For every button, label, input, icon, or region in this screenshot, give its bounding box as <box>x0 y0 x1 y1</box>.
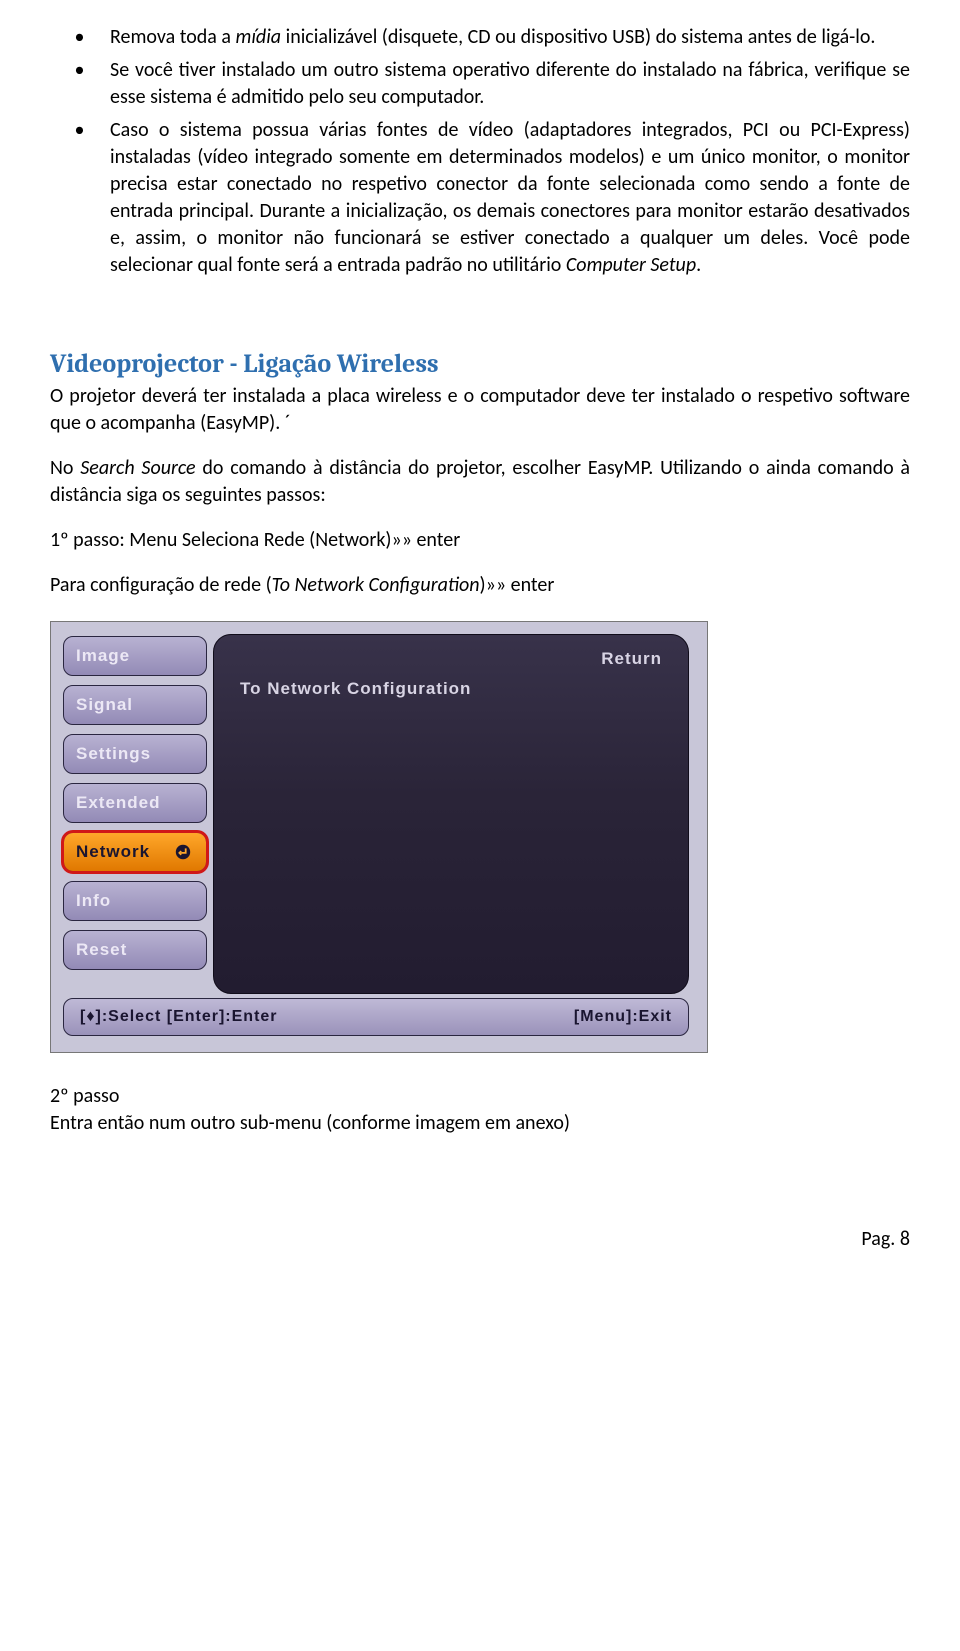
text: Para configuração de rede ( <box>50 573 272 597</box>
menu-label: Extended <box>76 793 161 813</box>
text: To Network Configuration <box>272 573 480 597</box>
projector-screenshot: Image Signal Settings Extended Network I… <box>50 621 708 1053</box>
menu-label: Settings <box>76 744 151 764</box>
bullet-list: Remova toda a mídia inicializável (disqu… <box>50 24 910 279</box>
text: . <box>696 253 701 277</box>
text: Search Source <box>80 456 195 480</box>
menu-item-image[interactable]: Image <box>63 636 207 676</box>
text: Caso o sistema possua várias fontes de v… <box>110 118 910 277</box>
bullet-item: Caso o sistema possua várias fontes de v… <box>98 117 910 279</box>
paragraph: O projetor deverá ter instalada a placa … <box>50 383 910 437</box>
menu-item-signal[interactable]: Signal <box>63 685 207 725</box>
menu-label: Info <box>76 891 111 911</box>
paragraph: 1º passo: Menu Seleciona Rede (Network)»… <box>50 527 910 554</box>
paragraph: Para configuração de rede (To Network Co… <box>50 572 910 599</box>
text: Computer Setup <box>566 253 696 277</box>
projector-panel: Return To Network Configuration <box>213 634 689 994</box>
section-title: Videoprojector - Ligação Wireless <box>50 349 910 379</box>
menu-item-extended[interactable]: Extended <box>63 783 207 823</box>
enter-icon <box>174 843 192 861</box>
page-footer: Pag. 8 <box>50 1227 910 1251</box>
menu-label: Network <box>76 842 150 862</box>
bullet-item: Se você tiver instalado um outro sistema… <box>98 57 910 111</box>
projector-helpbar: [♦]:Select [Enter]:Enter [Menu]:Exit <box>63 998 689 1036</box>
text: Remova toda a <box>110 25 236 49</box>
text: inicializável (disquete, CD ou dispositi… <box>281 25 875 49</box>
help-right: [Menu]:Exit <box>574 1008 672 1026</box>
menu-item-settings[interactable]: Settings <box>63 734 207 774</box>
bullet-item: Remova toda a mídia inicializável (disqu… <box>98 24 910 51</box>
menu-item-reset[interactable]: Reset <box>63 930 207 970</box>
panel-return-label: Return <box>236 649 666 669</box>
paragraph: Entra então num outro sub-menu (conforme… <box>50 1110 910 1137</box>
menu-label: Image <box>76 646 130 666</box>
paragraph: 2º passo <box>50 1083 910 1110</box>
text: )»» enter <box>480 573 555 597</box>
document-page: Remova toda a mídia inicializável (disqu… <box>0 0 960 1281</box>
menu-item-info[interactable]: Info <box>63 881 207 921</box>
text: mídia <box>236 25 282 49</box>
menu-label: Signal <box>76 695 133 715</box>
projector-menu: Image Signal Settings Extended Network I… <box>51 622 207 993</box>
paragraph: No Search Source do comando à distância … <box>50 455 910 509</box>
panel-line[interactable]: To Network Configuration <box>236 679 666 699</box>
text: Se você tiver instalado um outro sistema… <box>110 58 910 109</box>
menu-item-network[interactable]: Network <box>63 832 207 872</box>
help-left: [♦]:Select [Enter]:Enter <box>80 1008 278 1026</box>
projector-main: Image Signal Settings Extended Network I… <box>51 622 707 998</box>
menu-label: Reset <box>76 940 127 960</box>
text: No <box>50 456 80 480</box>
